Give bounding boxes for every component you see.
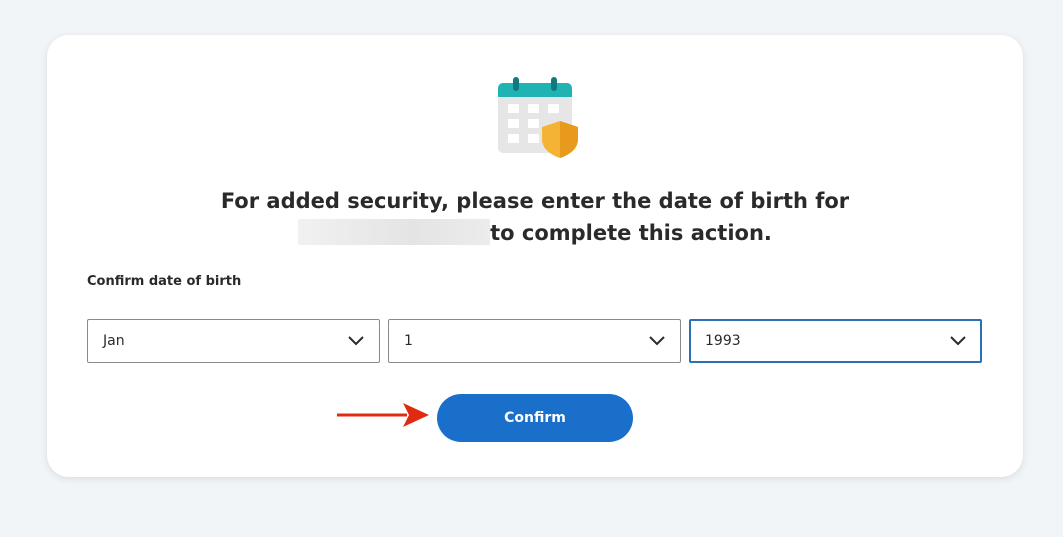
heading-line-2-text: to complete this action.	[490, 221, 772, 245]
redacted-name	[298, 219, 491, 245]
heading-line-1: For added security, please enter the dat…	[220, 189, 850, 213]
confirm-button[interactable]: Confirm	[437, 394, 633, 442]
security-heading: For added security, please enter the dat…	[47, 185, 1023, 249]
day-select[interactable]: 1	[388, 319, 681, 363]
year-value: 1993	[705, 333, 741, 349]
red-arrow-icon	[337, 403, 429, 427]
day-value: 1	[404, 333, 413, 349]
month-select[interactable]: Jan	[87, 319, 380, 363]
year-select[interactable]: 1993	[689, 319, 982, 363]
dob-verification-card: For added security, please enter the dat…	[47, 35, 1023, 477]
chevron-down-icon	[348, 336, 364, 346]
heading-line-2: to complete this action.	[47, 217, 1023, 249]
chevron-down-icon	[950, 336, 966, 346]
dob-label: Confirm date of birth	[87, 274, 242, 289]
chevron-down-icon	[649, 336, 665, 346]
calendar-shield-icon	[498, 77, 578, 158]
month-value: Jan	[103, 333, 125, 349]
